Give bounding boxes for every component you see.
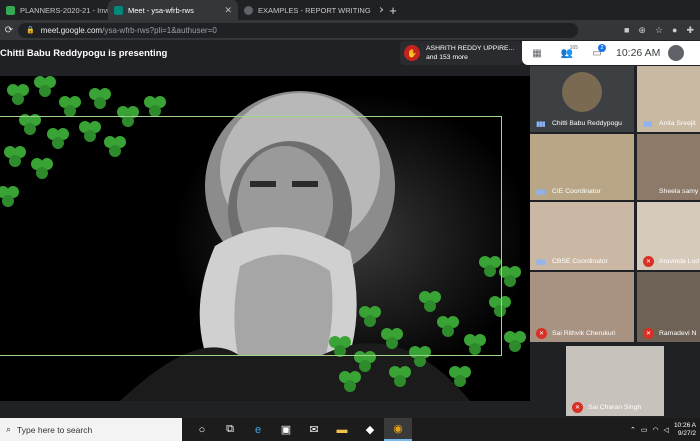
url-host: meet.google.com bbox=[40, 25, 103, 35]
mic-off-icon: ✕ bbox=[572, 402, 583, 413]
sheets-icon bbox=[6, 5, 15, 15]
speaking-icon: ▮▮▮ bbox=[536, 259, 546, 266]
chrome-icon[interactable]: ◉ bbox=[384, 418, 412, 441]
tab-label: Meet - ysa-wfrb-rws bbox=[128, 5, 194, 15]
mic-off-icon: ✕ bbox=[536, 328, 547, 339]
taskbar-apps: ○ ⧉ e ▣ ✉ ▬ ◆ ◉ bbox=[188, 418, 412, 441]
clock-date: 9/27/2 bbox=[677, 429, 696, 437]
speaking-icon: ▮▮▮ bbox=[643, 121, 653, 128]
extension-icon[interactable]: ● bbox=[672, 25, 677, 36]
notification-line2: and 153 more bbox=[426, 54, 468, 61]
camera-icon[interactable]: ■ bbox=[624, 25, 629, 36]
url-path: /ysa-wfrb-rws?pli=1&authuser=0 bbox=[102, 25, 217, 35]
speaking-icon: ▮▮▮ bbox=[536, 189, 546, 196]
mic-off-icon: ✕ bbox=[643, 328, 654, 339]
hand-icon: ✋ bbox=[404, 45, 420, 61]
zoom-icon[interactable]: ⊕ bbox=[638, 25, 646, 36]
star-icon[interactable]: ☆ bbox=[655, 25, 663, 36]
people-button[interactable]: 👥 165 bbox=[552, 44, 582, 59]
tab-meet[interactable]: Meet - ysa-wfrb-rws ✕ bbox=[108, 0, 238, 20]
reload-icon[interactable]: ⟳ bbox=[0, 25, 18, 36]
task-view-icon[interactable]: ⧉ bbox=[216, 418, 244, 441]
edge-icon[interactable]: e bbox=[244, 418, 272, 441]
tab-planners[interactable]: PLANNERS-2020-21 - Invi ✕ bbox=[0, 0, 108, 20]
participant-name: CIE Coordinator bbox=[552, 188, 601, 195]
clock-time: 10:26 A bbox=[673, 421, 696, 429]
participant-tile[interactable]: ▮▮▮ Anita Sreejit bbox=[637, 66, 700, 132]
meet-icon bbox=[114, 5, 123, 15]
chat-badge: 2 bbox=[598, 43, 606, 52]
mic-off-icon: ✕ bbox=[643, 256, 654, 267]
chat-button[interactable]: ▭ 2 bbox=[582, 43, 612, 59]
avatar bbox=[562, 72, 602, 112]
notification-line1: ASHRITH REDDY UPPIRE... bbox=[426, 45, 515, 52]
presenting-label: Chitti Babu Reddypogu is presenting bbox=[0, 48, 168, 59]
mail-icon[interactable]: ✉ bbox=[300, 418, 328, 441]
close-icon[interactable]: ✕ bbox=[216, 5, 232, 16]
new-tab-button[interactable]: + bbox=[383, 0, 403, 20]
shared-screen bbox=[0, 76, 530, 401]
taskbar-clock[interactable]: 10:26 A 9/27/2 bbox=[674, 422, 696, 438]
layout-icon[interactable]: ▦ bbox=[522, 48, 552, 59]
participant-name: Sai Rithvik Cherukuri bbox=[552, 330, 616, 337]
up-arrow-icon[interactable]: ⌃ bbox=[630, 426, 636, 434]
participant-count: 165 bbox=[569, 44, 578, 51]
lock-icon: 🔒 bbox=[26, 27, 35, 34]
system-tray: ⌃ ▭ ◠ ◁ 10:26 A 9/27/2 bbox=[630, 422, 700, 438]
participant-tile[interactable]: ✕ Sai Charan Singh bbox=[566, 346, 664, 416]
store-icon[interactable]: ▣ bbox=[272, 418, 300, 441]
puzzle-icon[interactable]: ✚ bbox=[686, 25, 694, 36]
cortana-icon[interactable]: ○ bbox=[188, 418, 216, 441]
participant-name: CBSE Coordinator bbox=[552, 258, 608, 265]
search-placeholder: Type here to search bbox=[17, 424, 93, 435]
participant-tile[interactable]: ✕ Aravinda Lod bbox=[637, 202, 700, 270]
browser-tab-strip: PLANNERS-2020-21 - Invi ✕ Meet - ysa-wfr… bbox=[0, 0, 700, 20]
address-bar-row: ⟳ 🔒 meet.google.com /ysa-wfrb-rws?pli=1&… bbox=[0, 20, 700, 40]
participant-tile[interactable]: ✕ Ramadevi N bbox=[637, 272, 700, 342]
account-avatar[interactable] bbox=[668, 45, 685, 61]
participant-tile[interactable]: ▮▮▮ CBSE Coordinator bbox=[530, 202, 634, 270]
participant-name: Anita Sreejit bbox=[659, 120, 696, 127]
meet-status-bar: ▦ 👥 165 ▭ 2 10:26 AM bbox=[522, 41, 700, 65]
url-field[interactable]: 🔒 meet.google.com /ysa-wfrb-rws?pli=1&au… bbox=[18, 22, 578, 38]
address-bar-icons: ■ ⊕ ☆ ● ✚ bbox=[624, 25, 700, 36]
participant-tile[interactable]: Sheela samy bbox=[637, 134, 700, 200]
app-icon[interactable]: ◆ bbox=[356, 418, 384, 441]
wifi-icon[interactable]: ◠ bbox=[652, 426, 658, 434]
volume-icon[interactable]: ◁ bbox=[664, 426, 669, 434]
participant-name: Ramadevi N bbox=[659, 330, 697, 337]
participant-name: Aravinda Lod bbox=[659, 258, 700, 265]
participant-name: Chitti Babu Reddypogu bbox=[552, 120, 622, 127]
participant-tile[interactable]: ✕ Sai Rithvik Cherukuri bbox=[530, 272, 634, 342]
screen: PLANNERS-2020-21 - Invi ✕ Meet - ysa-wfr… bbox=[0, 0, 700, 441]
speaking-icon: ▮▮▮ bbox=[536, 121, 546, 128]
folder-icon[interactable]: ▬ bbox=[328, 418, 356, 441]
windows-taskbar: ⌕ Type here to search ○ ⧉ e ▣ ✉ ▬ ◆ ◉ ⌃ … bbox=[0, 418, 700, 441]
search-icon: ⌕ bbox=[6, 424, 12, 434]
participant-name: Sai Charan Singh bbox=[588, 404, 642, 411]
slide-frame bbox=[0, 116, 502, 356]
tab-label: PLANNERS-2020-21 - Invi bbox=[20, 5, 108, 15]
participant-tile[interactable]: ▮▮▮ CIE Coordinator bbox=[530, 134, 634, 200]
participant-tile[interactable]: ▮▮▮ Chitti Babu Reddypogu bbox=[530, 66, 634, 132]
join-notification[interactable]: ✋ ASHRITH REDDY UPPIRE... and 153 more bbox=[400, 41, 522, 65]
tab-examples[interactable]: EXAMPLES - REPORT WRITING ✕ bbox=[238, 0, 383, 20]
tab-label: EXAMPLES - REPORT WRITING bbox=[258, 5, 371, 15]
participant-grid: ▮▮▮ Chitti Babu Reddypogu ▮▮▮ Anita Sree… bbox=[530, 66, 700, 418]
globe-icon bbox=[244, 5, 253, 15]
close-icon[interactable]: ✕ bbox=[371, 5, 383, 16]
battery-icon[interactable]: ▭ bbox=[641, 426, 648, 434]
participant-name: Sheela samy bbox=[659, 188, 699, 195]
taskbar-search[interactable]: ⌕ Type here to search bbox=[0, 418, 182, 441]
meet-time: 10:26 AM bbox=[616, 47, 661, 59]
